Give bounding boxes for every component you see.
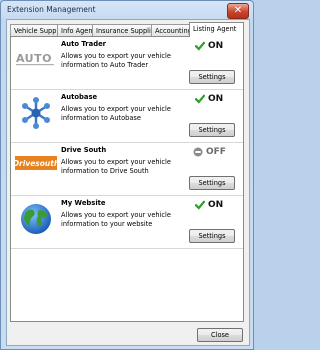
- window-title: Extension Management: [7, 5, 96, 14]
- extension-description: Allows you to export your vehicle inform…: [61, 211, 171, 228]
- extension-description: Allows you to export your vehicle inform…: [61, 52, 171, 69]
- tab-vehicle-supplier[interactable]: Vehicle Supplier: [10, 24, 67, 36]
- status-indicator[interactable]: OFF: [193, 146, 235, 158]
- settings-button[interactable]: Settings: [189, 70, 235, 84]
- extension-description: Allows you to export your vehicle inform…: [61, 105, 171, 122]
- status-text: OFF: [206, 147, 226, 157]
- extension-row-auto-trader: AUTO Auto Trader Allows you to export yo…: [11, 37, 243, 90]
- svg-text:Drivesouth: Drivesouth: [15, 159, 57, 168]
- tab-info-agent[interactable]: Info Agent: [57, 24, 95, 36]
- extension-row-drive-south: Drivesouth Drive South Allows you to exp…: [11, 143, 243, 196]
- window-close-button[interactable]: ✕: [227, 3, 249, 19]
- extension-name: Autobase: [61, 93, 98, 101]
- extension-description: Allows you to export your vehicle inform…: [61, 158, 171, 175]
- auto-trader-logo: AUTO: [15, 43, 57, 73]
- settings-button[interactable]: Settings: [189, 123, 235, 137]
- status-indicator[interactable]: ON: [195, 199, 235, 211]
- check-icon: [195, 41, 205, 51]
- tab-strip: Vehicle Supplier Info Agent Insurance Su…: [10, 22, 246, 37]
- extension-management-window: Extension Management ✕ Vehicle Supplier …: [0, 0, 254, 350]
- globe-icon: [15, 202, 57, 234]
- drive-south-logo: Drivesouth: [13, 149, 59, 179]
- tab-accounting[interactable]: Accounting: [151, 24, 192, 36]
- close-button[interactable]: Close: [197, 328, 243, 342]
- autobase-logo: [15, 96, 57, 129]
- check-icon: [195, 94, 205, 104]
- listing-agent-panel: AUTO Auto Trader Allows you to export yo…: [10, 36, 244, 322]
- status-text: ON: [208, 94, 224, 104]
- extension-row-my-website: My Website Allows you to export your veh…: [11, 196, 243, 249]
- extension-name: My Website: [61, 199, 106, 207]
- extension-name: Auto Trader: [61, 40, 107, 48]
- settings-button[interactable]: Settings: [189, 229, 235, 243]
- dialog-client-area: Vehicle Supplier Info Agent Insurance Su…: [6, 19, 250, 346]
- status-indicator[interactable]: ON: [195, 40, 235, 52]
- status-indicator[interactable]: ON: [195, 93, 235, 105]
- svg-text:AUTO: AUTO: [16, 52, 52, 65]
- status-text: ON: [208, 200, 224, 210]
- extension-name: Drive South: [61, 146, 107, 154]
- tab-insurance-supplier[interactable]: Insurance Supplier: [92, 24, 158, 36]
- off-circle-icon: [193, 147, 203, 157]
- tab-listing-agent[interactable]: Listing Agent: [189, 22, 244, 37]
- extension-row-autobase: Autobase Allows you to export your vehic…: [11, 90, 243, 143]
- settings-button[interactable]: Settings: [189, 176, 235, 190]
- title-bar[interactable]: Extension Management ✕: [1, 1, 253, 19]
- check-icon: [195, 200, 205, 210]
- status-text: ON: [208, 41, 224, 51]
